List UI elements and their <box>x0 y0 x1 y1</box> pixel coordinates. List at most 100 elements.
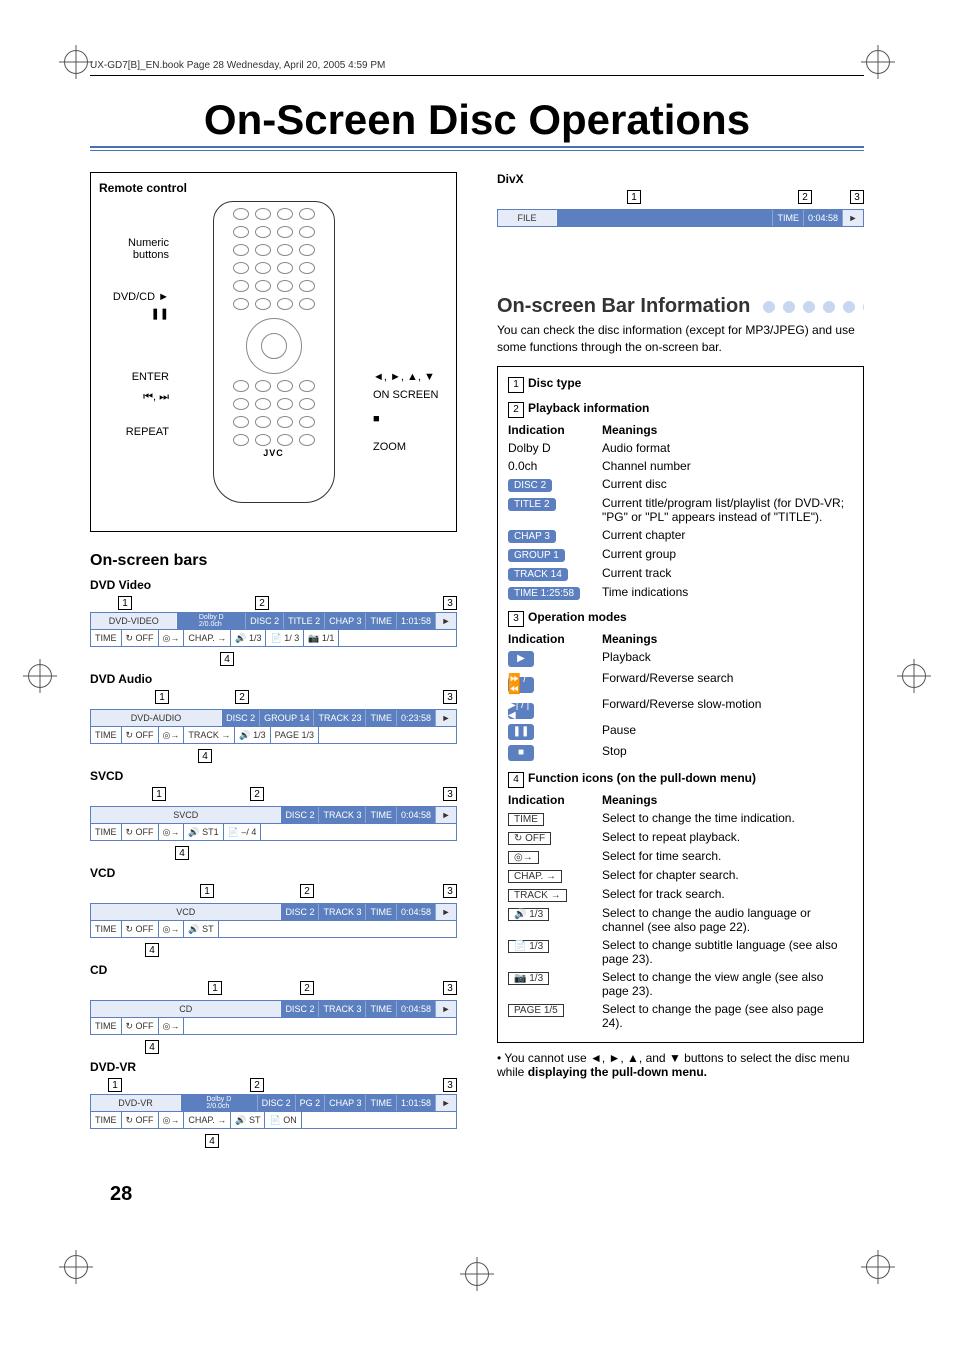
print-mark <box>866 1255 890 1279</box>
osd-bar-dvd-audio: DVD-AUDIO DISC 2 GROUP 14 TRACK 23 TIME … <box>90 709 457 744</box>
function-chip: 📷 1/3 <box>508 972 549 985</box>
indicator-chip: TRACK 14 <box>508 568 568 581</box>
osd-bar-vcd: VCD DISC 2 TRACK 3 TIME 0:04:58 ► TIME ↻… <box>90 903 457 938</box>
callout-row: 4 <box>90 1036 457 1052</box>
callout-row: 1 2 3 <box>90 981 457 995</box>
marker-1: 1 <box>200 884 214 898</box>
cell: TIME <box>777 213 799 223</box>
marker-3: 3 <box>850 190 864 204</box>
cell: ◎→ <box>163 1115 180 1126</box>
cell: FILE <box>517 213 536 223</box>
meaning-text: Current track <box>602 564 851 583</box>
meaning-text: Current title/program list/playlist (for… <box>602 494 851 526</box>
marker-4: 4 <box>145 943 159 957</box>
cell: TIME <box>95 730 117 740</box>
indicator-text: Dolby D <box>508 439 602 457</box>
cell: TIME <box>95 924 117 934</box>
label-divx: DivX <box>497 172 864 186</box>
callout-row: 1 2 3 <box>90 690 457 704</box>
indicator-chip: CHAP 3 <box>508 530 556 543</box>
indicator-chip: GROUP 1 <box>508 549 565 562</box>
marker-1: 1 <box>508 377 524 393</box>
mode-icon: ▶ <box>508 651 534 667</box>
meaning-text: Select to change the time indication. <box>602 809 851 828</box>
label-cd: CD <box>90 963 457 977</box>
marker-3: 3 <box>443 690 457 704</box>
section-2-title: Playback information <box>528 401 649 415</box>
marker-4: 4 <box>220 652 234 666</box>
cell: 🔊 ST1 <box>188 827 218 838</box>
cell: Dolby D 2/0.0ch <box>199 614 224 628</box>
playback-info-table: IndicationMeanings Dolby DAudio format0.… <box>508 421 851 602</box>
marker-3: 3 <box>443 981 457 995</box>
osd-bar-svcd: SVCD DISC 2 TRACK 3 TIME 0:04:58 ► TIME … <box>90 806 457 841</box>
meaning-text: Forward/Reverse search <box>602 669 851 695</box>
cell: DVD-VIDEO <box>109 616 159 626</box>
callout-repeat: REPEAT <box>99 426 169 438</box>
operation-modes-table: IndicationMeanings ▶Playback⏩ / ⏪Forward… <box>508 630 851 763</box>
remote-brand: JVC <box>214 448 334 458</box>
osd-bar-cd: CD DISC 2 TRACK 3 TIME 0:04:58 ► TIME ↻ … <box>90 1000 457 1035</box>
marker-2: 2 <box>235 690 249 704</box>
cell: CHAP. → <box>188 1115 226 1125</box>
function-chip: 🔊 1/3 <box>508 908 549 921</box>
marker-2: 2 <box>255 596 269 610</box>
cell: TITLE 2 <box>288 616 320 626</box>
meaning-text: Current disc <box>602 475 851 494</box>
meaning-text: Select to change subtitle language (see … <box>602 936 851 968</box>
marker-1: 1 <box>152 787 166 801</box>
cell: 📄 –/ 4 <box>228 827 257 838</box>
remote-body: JVC <box>213 201 335 503</box>
cell: 1:01:58 <box>401 616 431 626</box>
play-icon: ► <box>442 810 451 820</box>
cell: ↻ OFF <box>126 1115 154 1126</box>
meaning-text: Select for time search. <box>602 847 851 866</box>
callout-row: 4 <box>90 648 457 664</box>
cell: DISC 2 <box>262 1098 291 1108</box>
page-title: On-Screen Disc Operations <box>90 96 864 148</box>
page-header-meta: UX-GD7[B]_EN.book Page 28 Wednesday, Apr… <box>90 60 864 76</box>
marker-3: 3 <box>443 884 457 898</box>
cell: 📷 1/1 <box>308 633 334 644</box>
meaning-text: Select to change the page (see also page… <box>602 1000 851 1032</box>
callout-row: 1 2 3 <box>90 884 457 898</box>
marker-2: 2 <box>250 787 264 801</box>
cell: ◎→ <box>163 730 180 741</box>
indicator-chip: TITLE 2 <box>508 498 556 511</box>
cell: TIME <box>95 1021 117 1031</box>
function-chip: TIME <box>508 813 544 826</box>
cell: TIME <box>370 1004 392 1014</box>
mode-icon: ❚❚ <box>508 724 534 740</box>
cell: CD <box>179 1004 192 1014</box>
cell: TIME <box>370 616 392 626</box>
remote-diagram: JVC Numeric buttons DVD/CD ► ❚❚ ENTER ⏮,… <box>99 201 448 511</box>
callout-numeric-buttons: Numeric buttons <box>99 237 169 261</box>
print-mark <box>866 50 890 74</box>
cell: TIME <box>370 1098 392 1108</box>
cell: DVD-VR <box>118 1098 153 1108</box>
function-chip: 📄 1/3 <box>508 940 549 953</box>
cell: TIME <box>370 907 392 917</box>
meaning-text: Select for chapter search. <box>602 866 851 885</box>
cell: Dolby D 2/0.0ch <box>206 1096 231 1110</box>
info-box: 1Disc type 2Playback information Indicat… <box>497 366 864 1043</box>
cell: PG 2 <box>300 1098 321 1108</box>
cell: TRACK 3 <box>323 1004 361 1014</box>
intro-text: You can check the disc information (exce… <box>497 322 864 356</box>
cell: TIME <box>95 827 117 837</box>
play-icon: ► <box>442 713 451 723</box>
meaning-text: Playback <box>602 648 851 669</box>
label-dvd-vr: DVD-VR <box>90 1060 457 1074</box>
cell: ◎→ <box>163 924 180 935</box>
cell: TRACK 23 <box>318 713 361 723</box>
marker-2: 2 <box>250 1078 264 1092</box>
cell: 0:04:58 <box>401 1004 431 1014</box>
function-chip: CHAP. → <box>508 870 562 883</box>
footnote: • You cannot use ◄, ►, ▲, and ▼ buttons … <box>497 1051 864 1079</box>
meaning-text: Select to change the view angle (see als… <box>602 968 851 1000</box>
marker-2: 2 <box>798 190 812 204</box>
osd-bar-dvd-vr: DVD-VR Dolby D 2/0.0ch DISC 2 PG 2 CHAP … <box>90 1094 457 1129</box>
marker-3: 3 <box>443 1078 457 1092</box>
callout-row: 1 2 3 <box>90 787 457 801</box>
print-mark <box>465 1262 489 1286</box>
